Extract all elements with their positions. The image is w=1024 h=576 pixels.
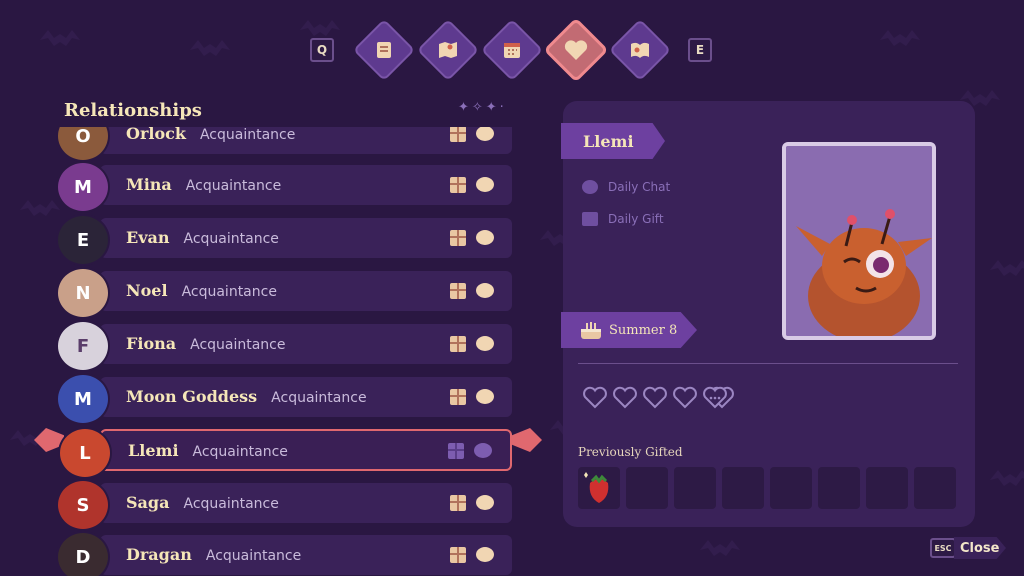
gift-icon <box>450 127 466 142</box>
menu-tab-bar: Q E <box>0 17 1024 83</box>
npc-name: Evan <box>126 228 170 247</box>
npc-status: Acquaintance <box>205 548 302 564</box>
tab-calendar[interactable] <box>480 18 544 82</box>
npc-status: Acquaintance <box>199 127 296 143</box>
chat-bubble-icon <box>476 230 494 245</box>
gift-icon <box>450 283 466 299</box>
chat-bubble-icon <box>476 389 494 404</box>
chat-bubble-icon <box>476 547 494 562</box>
npc-name: Llemi <box>128 441 179 460</box>
relationships-title: Relationships <box>64 100 202 121</box>
gift-icon <box>450 177 466 193</box>
daily-gift-label: Daily Gift <box>608 212 664 226</box>
avatar: M <box>56 373 110 425</box>
gift-icon <box>448 443 464 459</box>
npc-name: Dragan <box>126 545 192 564</box>
heart-outline-icon <box>583 386 607 409</box>
list-item-mina[interactable]: M Mina Acquaintance <box>56 161 512 213</box>
panel-divider <box>578 363 958 364</box>
esc-key[interactable]: ESC <box>930 538 956 558</box>
npc-name: Moon Goddess <box>126 387 258 406</box>
map-icon <box>428 30 468 70</box>
npc-status: Acquaintance <box>181 284 277 300</box>
tab-relationships[interactable] <box>543 17 609 83</box>
gift-icon <box>450 336 466 352</box>
next-tab-key[interactable]: E <box>688 38 712 62</box>
list-item-moon-goddess[interactable]: M Moon Goddess Acquaintance <box>56 373 512 425</box>
character-portrait <box>782 142 936 340</box>
gift-slot-empty[interactable] <box>770 467 812 509</box>
tab-map[interactable] <box>416 18 480 82</box>
npc-name: Saga <box>126 493 170 512</box>
heart-outline-icon <box>673 386 697 409</box>
avatar: M <box>56 161 110 213</box>
heart-icon <box>556 30 596 70</box>
npc-name: Mina <box>126 175 172 194</box>
heart-outline-icon <box>643 386 667 409</box>
gift-icon <box>450 495 466 511</box>
gift-slot-empty[interactable] <box>722 467 764 509</box>
gift-icon <box>582 212 598 226</box>
chat-bubble-icon <box>476 283 494 298</box>
gift-slot-empty[interactable] <box>914 467 956 509</box>
chat-bubble-icon <box>476 177 494 192</box>
chat-check-icon <box>582 180 598 194</box>
avatar: S <box>56 479 110 531</box>
npc-status: Acquaintance <box>183 231 279 247</box>
chat-bubble-icon <box>476 127 494 141</box>
npc-status: Acquaintance <box>192 444 288 460</box>
birthday-cake-icon <box>581 322 601 339</box>
list-item-saga[interactable]: S Saga Acquaintance <box>56 479 512 531</box>
heart-outline-icon <box>613 386 637 409</box>
daily-chat-status: Daily Chat <box>582 180 670 194</box>
npc-status: Acquaintance <box>190 337 286 353</box>
gift-icon <box>450 389 466 405</box>
book-icon <box>620 30 660 70</box>
avatar: O <box>56 127 110 162</box>
npc-name: Fiona <box>126 334 177 353</box>
avatar: N <box>56 267 110 319</box>
chat-bubble-icon <box>476 495 494 510</box>
list-item-evan[interactable]: E Evan Acquaintance <box>56 214 512 266</box>
quest-scroll-icon <box>364 30 404 70</box>
npc-name: Noel <box>126 281 168 300</box>
gift-slot-empty[interactable] <box>866 467 908 509</box>
close-button[interactable]: Close <box>954 537 1006 559</box>
gift-slot-empty[interactable] <box>818 467 860 509</box>
calendar-icon <box>492 30 532 70</box>
gift-slot-strawberry[interactable] <box>578 467 620 509</box>
list-item-llemi[interactable]: L Llemi Acquaintance <box>58 427 512 479</box>
npc-status: Acquaintance <box>185 178 282 194</box>
gift-icon <box>450 230 466 246</box>
avatar: D <box>56 531 110 576</box>
chat-bubble-icon <box>474 443 492 458</box>
strawberry-gift-icon <box>584 472 609 503</box>
avatar: E <box>56 214 110 266</box>
gift-icon <box>450 547 466 563</box>
avatar: F <box>56 320 110 372</box>
character-name-banner: Llemi <box>561 123 665 159</box>
more-hearts-icon <box>703 386 734 409</box>
relationships-list[interactable]: O Orlock Acquaintance M Mina Acquaintance … <box>40 127 530 576</box>
sparkle-decoration-icon: ✦✧✦· <box>458 100 507 115</box>
gift-slot-empty[interactable] <box>674 467 716 509</box>
list-item-noel[interactable]: N Noel Acquaintance <box>56 267 512 319</box>
npc-name: Orlock <box>126 127 186 143</box>
list-item-fiona[interactable]: F Fiona Acquaintance <box>56 320 512 372</box>
daily-gift-status: Daily Gift <box>582 212 664 226</box>
previously-gifted-label: Previously Gifted <box>578 445 683 459</box>
list-item-dragan[interactable]: D Dragan Acquaintance <box>56 531 512 576</box>
avatar: L <box>58 427 112 479</box>
npc-status: Acquaintance <box>183 496 279 512</box>
list-item-orlock[interactable]: O Orlock Acquaintance <box>56 127 512 162</box>
npc-status: Acquaintance <box>271 390 367 406</box>
daily-chat-label: Daily Chat <box>608 180 671 194</box>
tab-journal[interactable] <box>608 18 672 82</box>
tab-quests[interactable] <box>352 18 416 82</box>
gift-slot-empty[interactable] <box>626 467 668 509</box>
prev-tab-key[interactable]: Q <box>310 38 334 62</box>
chat-bubble-icon <box>476 336 494 351</box>
